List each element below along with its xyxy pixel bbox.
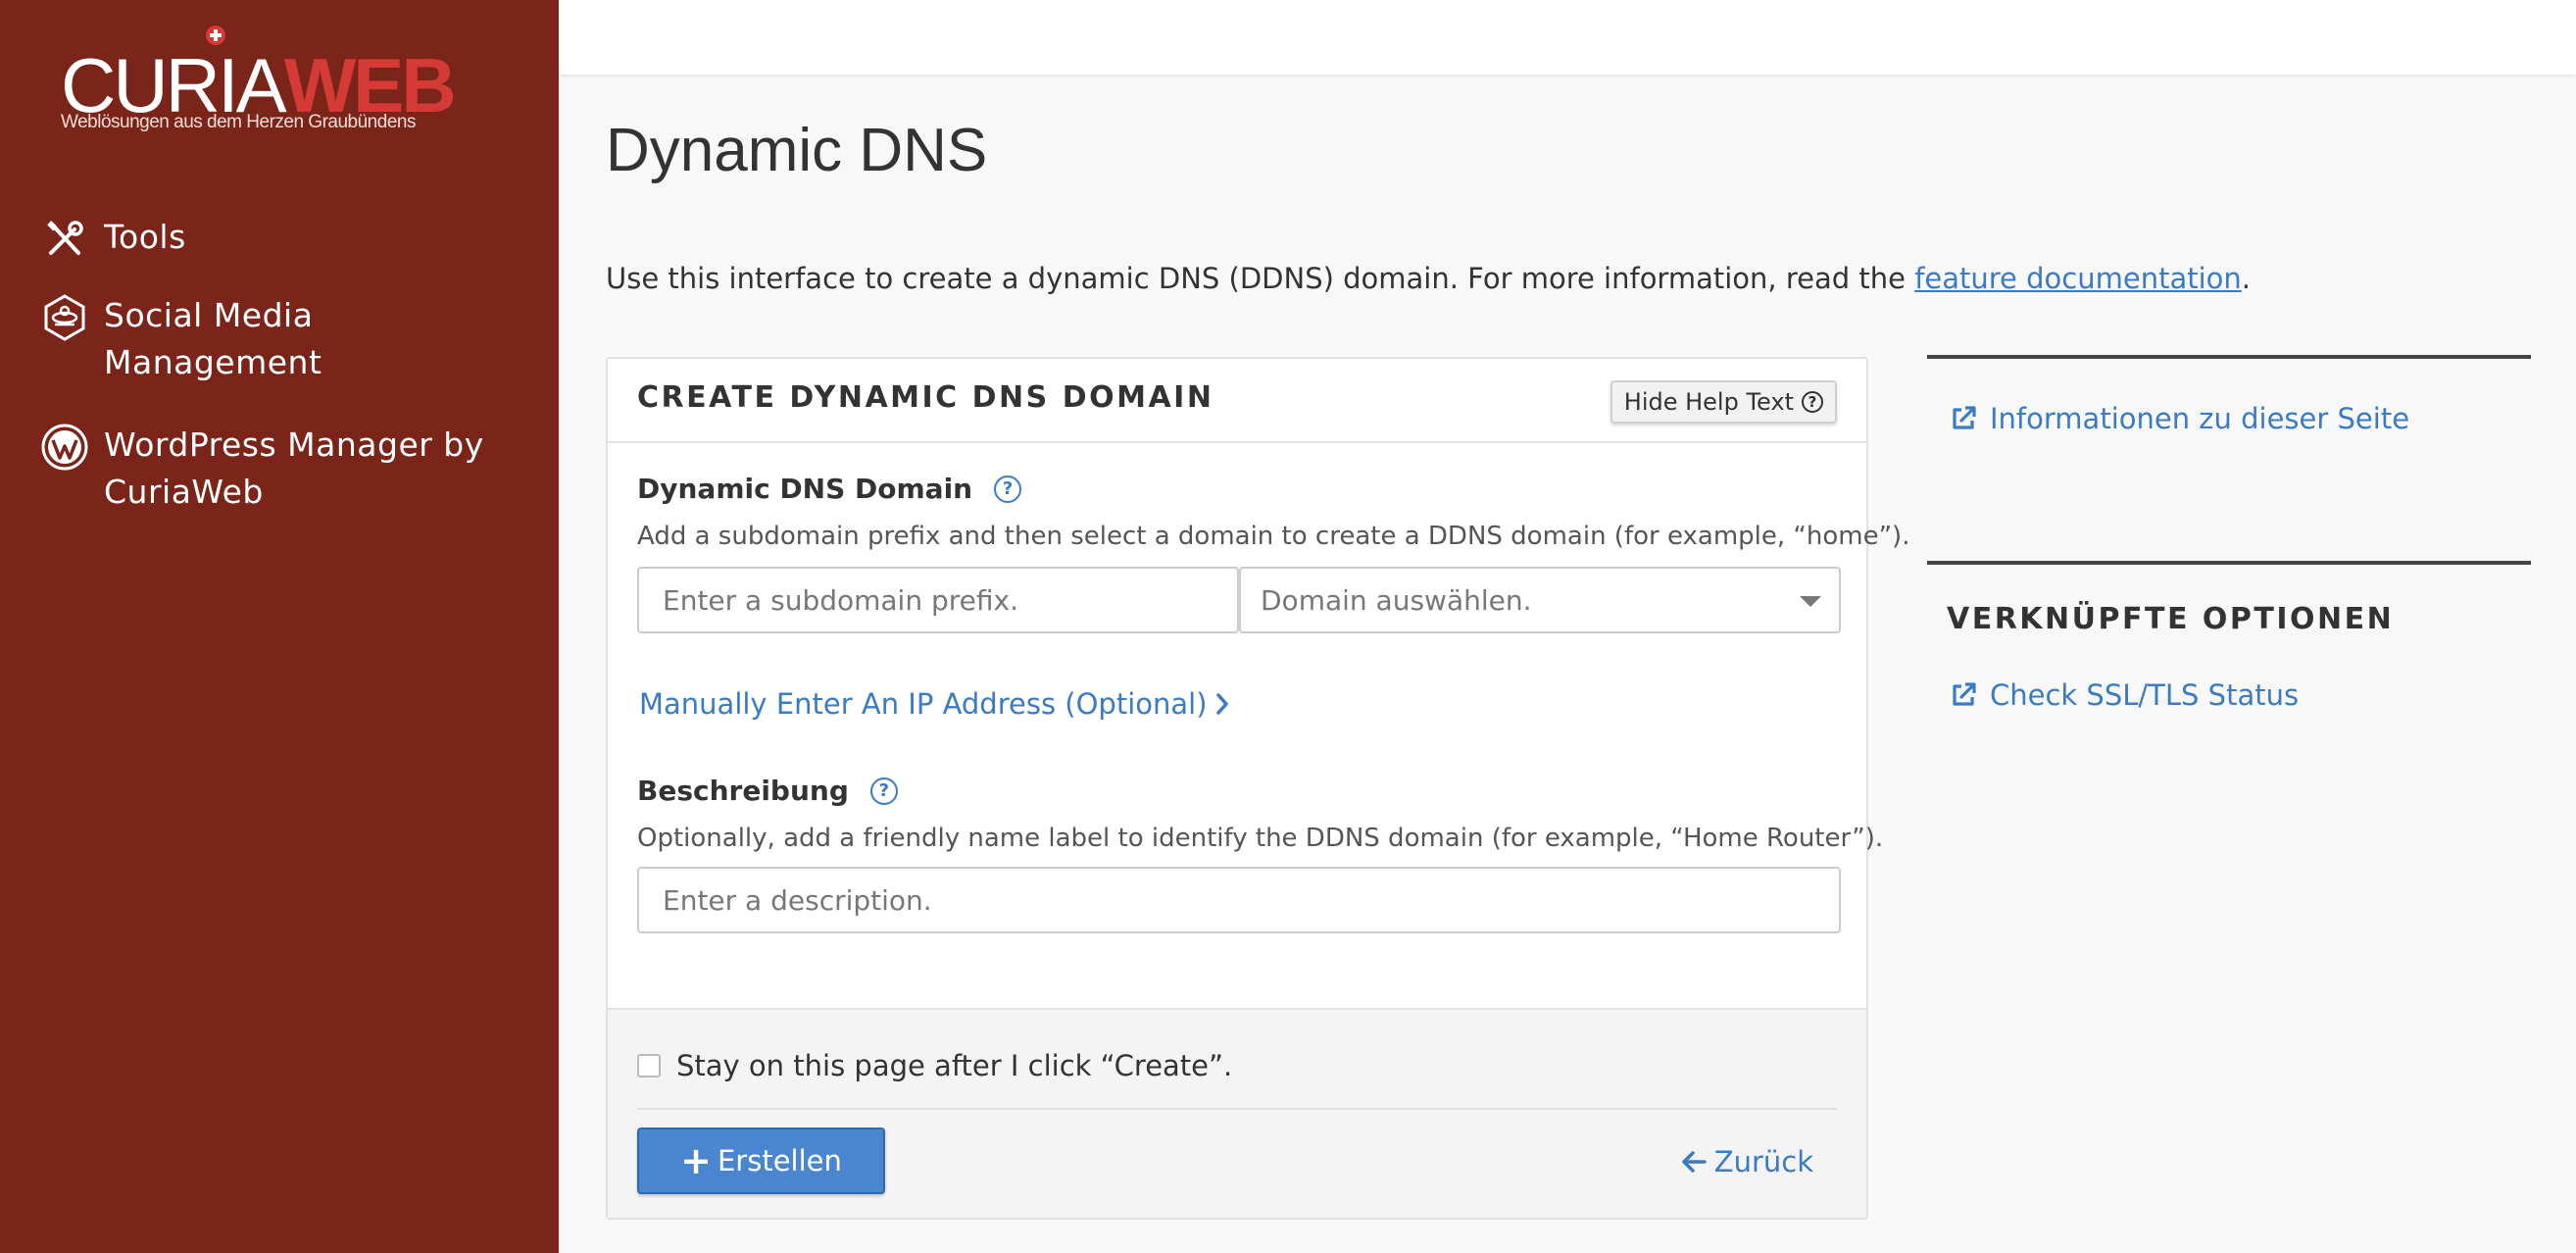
- sidebar-item-label: Social Media Management: [104, 296, 322, 381]
- question-circle-icon: ?: [1802, 391, 1823, 413]
- external-link-icon: [1953, 406, 1976, 429]
- sidebar: CURIAWEB Weblösungen aus dem Herzen Grau…: [0, 0, 559, 1253]
- plus-icon: +: [680, 1139, 712, 1182]
- page-intro: Use this interface to create a dynamic D…: [606, 262, 2251, 295]
- page-title: Dynamic DNS: [606, 117, 988, 184]
- panel-title: CREATE DYNAMIC DNS DOMAIN: [637, 380, 1214, 415]
- arrow-left-icon: [1681, 1151, 1707, 1173]
- footer-divider: [637, 1108, 1837, 1110]
- social-media-icon: [39, 292, 90, 343]
- panel-footer: Stay on this page after I click “Create”…: [608, 1008, 1866, 1218]
- create-ddns-panel: CREATE DYNAMIC DNS DOMAIN Hide Help Text…: [606, 357, 1909, 1220]
- curiaweb-logo[interactable]: CURIAWEB Weblösungen aus dem Herzen Grau…: [61, 25, 457, 138]
- sidebar-item-tools[interactable]: Tools: [39, 214, 186, 265]
- logo-tagline: Weblösungen aus dem Herzen Graubündens: [61, 112, 416, 132]
- stay-on-page-checkbox[interactable]: [637, 1054, 661, 1078]
- wordpress-icon: [39, 422, 90, 473]
- back-link[interactable]: Zurück: [1681, 1145, 1813, 1178]
- feature-documentation-link[interactable]: feature documentation: [1914, 262, 2242, 295]
- domain-select[interactable]: Domain auswählen.: [1239, 567, 1841, 633]
- domain-help-icon[interactable]: ?: [994, 475, 1022, 503]
- sidebar-item-wordpress-manager[interactable]: WordPress Manager by CuriaWeb: [39, 422, 516, 516]
- create-button[interactable]: + Erstellen: [637, 1128, 885, 1194]
- domain-help-text: Add a subdomain prefix and then select a…: [637, 522, 1910, 551]
- check-ssl-tls-link[interactable]: Check SSL/TLS Status: [1949, 678, 2299, 712]
- related-options-title: VERKNÜPFTE OPTIONEN: [1947, 602, 2395, 636]
- chevron-right-icon: [1215, 693, 1228, 715]
- sidebar-item-label: WordPress Manager by CuriaWeb: [104, 426, 484, 511]
- external-link-icon: [1953, 682, 1976, 706]
- related-divider: [1927, 561, 2531, 565]
- tools-icon: [39, 214, 90, 265]
- top-bar: [559, 0, 2576, 75]
- sidebar-item-label: Tools: [104, 218, 186, 256]
- subdomain-prefix-input[interactable]: Enter a subdomain prefix.: [637, 567, 1239, 633]
- sidebar-item-social-media[interactable]: Social Media Management: [39, 292, 398, 386]
- hide-help-text-button[interactable]: Hide Help Text ?: [1610, 380, 1837, 424]
- panel-header: CREATE DYNAMIC DNS DOMAIN Hide Help Text…: [608, 359, 1866, 443]
- description-help-icon[interactable]: ?: [869, 777, 898, 805]
- info-divider: [1927, 355, 2531, 359]
- stay-on-page-row[interactable]: Stay on this page after I click “Create”…: [637, 1049, 1232, 1082]
- description-label: Beschreibung ?: [637, 775, 898, 807]
- description-input[interactable]: Enter a description.: [637, 867, 1841, 933]
- page-info-link[interactable]: Informationen zu dieser Seite: [1949, 402, 2409, 435]
- manual-ip-link[interactable]: Manually Enter An IP Address (Optional): [639, 687, 1229, 721]
- dynamic-dns-domain-label: Dynamic DNS Domain ?: [637, 473, 1022, 505]
- description-help-text: Optionally, add a friendly name label to…: [637, 824, 1884, 853]
- caret-down-icon: [1800, 596, 1821, 607]
